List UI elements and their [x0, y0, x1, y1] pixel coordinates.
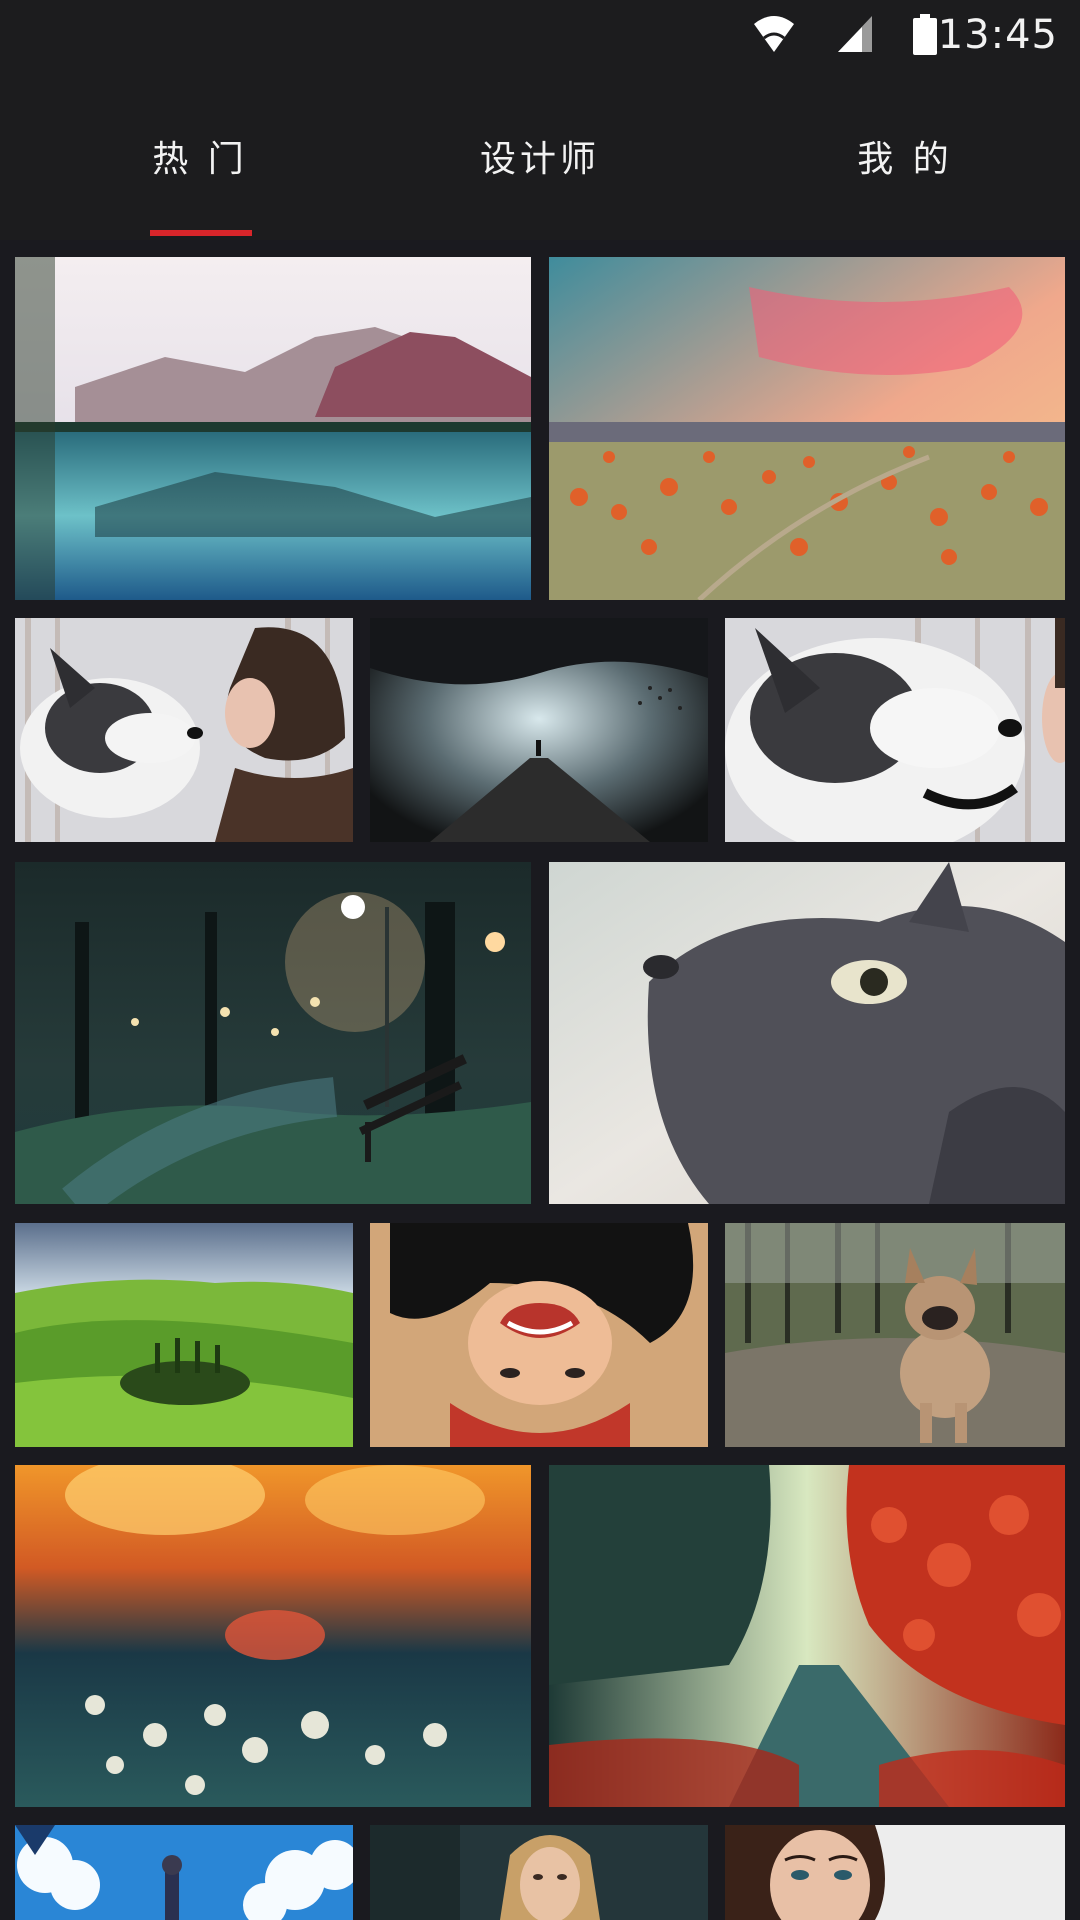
photo-green-hills[interactable]	[15, 1223, 353, 1447]
battery-icon	[912, 14, 938, 60]
signal-icon	[836, 14, 874, 58]
photo-gray-cat[interactable]	[549, 862, 1065, 1204]
tab-mine[interactable]: 我 的	[805, 72, 1005, 240]
photo-sunset-valley[interactable]	[549, 257, 1065, 600]
photo-grid	[0, 240, 1080, 1920]
photo-brunette-woman[interactable]	[725, 1825, 1065, 1920]
tab-bar: 热 门 设计师 我 的	[0, 72, 1080, 240]
photo-red-autumn-road[interactable]	[549, 1465, 1065, 1807]
photo-mountain-lake[interactable]	[15, 257, 531, 600]
photo-anime-sky[interactable]	[15, 1825, 353, 1920]
photo-french-bulldog[interactable]	[725, 1223, 1065, 1447]
photo-dandelions-sunset[interactable]	[15, 1465, 531, 1807]
tab-designers[interactable]: 设计师	[440, 72, 640, 240]
photo-upside-down-girl[interactable]	[370, 1223, 708, 1447]
photo-husky-and-girl[interactable]	[15, 618, 353, 842]
photo-blonde-woman[interactable]	[370, 1825, 708, 1920]
photo-husky-and-girl-2[interactable]	[725, 618, 1065, 842]
active-tab-indicator	[150, 230, 252, 236]
tab-popular[interactable]: 热 门	[100, 72, 300, 240]
clock: 13:45	[937, 12, 1058, 58]
photo-foggy-pier[interactable]	[370, 618, 708, 842]
status-bar: 13:45	[0, 0, 1080, 72]
wifi-icon	[752, 14, 796, 58]
photo-night-park-bench[interactable]	[15, 862, 531, 1204]
